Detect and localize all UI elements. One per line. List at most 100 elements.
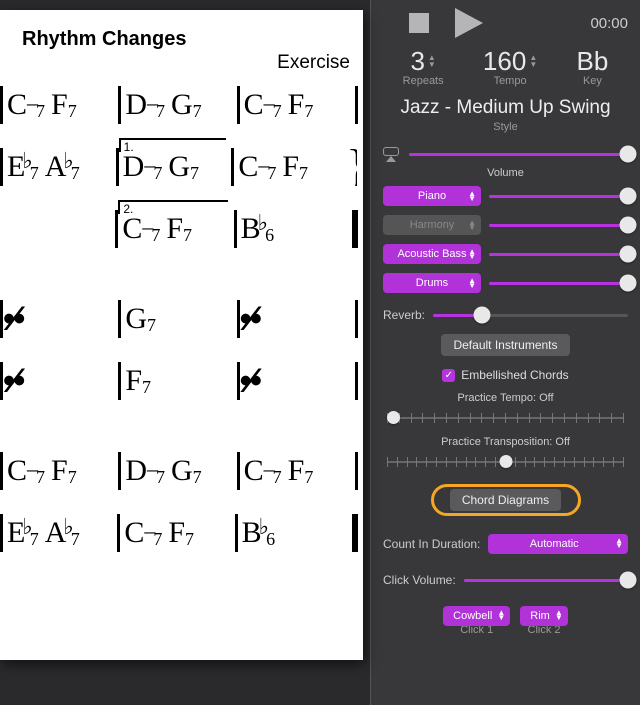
chord: C–7 xyxy=(244,454,282,488)
instrument-row: Drums▲▼ xyxy=(383,272,628,294)
chord: C–7 xyxy=(7,88,45,122)
chord: G7 xyxy=(171,454,202,488)
barline xyxy=(355,86,358,124)
stepper-icon: ▲▼ xyxy=(529,55,537,68)
master-volume-slider[interactable] xyxy=(409,144,628,164)
chart-sheet: Rhythm Changes Exercise C–7F7D–7G7C–7F7E… xyxy=(0,10,363,660)
instrument-volume-slider[interactable] xyxy=(489,244,628,264)
repeats-label: Repeats xyxy=(403,75,444,87)
embellished-label: Embellished Chords xyxy=(461,368,568,382)
bar-row: •⁄• G7 •⁄• xyxy=(0,288,358,350)
airplay-icon[interactable] xyxy=(383,147,399,161)
tempo-stepper[interactable]: 160 ▲▼ xyxy=(483,46,537,77)
measure: C–7F7 xyxy=(240,74,355,136)
practice-tempo-slider[interactable] xyxy=(387,410,624,426)
measure: E♭7A♭7 xyxy=(3,136,116,198)
instrument-row: Acoustic Bass▲▼ xyxy=(383,243,628,265)
chord: F7 xyxy=(166,212,192,246)
measure: C–7F7 xyxy=(3,440,118,502)
measure: C–7F7 xyxy=(3,74,118,136)
chord: F7 xyxy=(288,454,314,488)
barline xyxy=(355,362,358,400)
instrument-select[interactable]: Piano▲▼ xyxy=(383,186,481,206)
repeat-sign: •⁄• xyxy=(244,362,256,401)
embellished-checkbox[interactable]: ✓ xyxy=(442,369,455,382)
chevron-updown-icon: ▲▼ xyxy=(497,610,505,620)
chord: C–7 xyxy=(122,212,160,246)
stop-button[interactable] xyxy=(409,13,429,33)
bar-row: C–7F7D–7G7C–7F7 xyxy=(0,440,358,502)
instrument-row: Harmony▲▼ xyxy=(383,214,628,236)
chord: G7 xyxy=(171,88,202,122)
bar-row: E♭7A♭7C–7F7B♭6 xyxy=(0,502,358,564)
measure: •⁄• xyxy=(3,288,118,350)
repeat-sign: •⁄• xyxy=(7,362,19,401)
click2-select[interactable]: Rim ▲▼ xyxy=(520,606,568,626)
chord: F7 xyxy=(282,150,308,184)
chevron-updown-icon: ▲▼ xyxy=(615,538,623,548)
measure: B♭6 xyxy=(238,502,352,564)
song-title: Rhythm Changes xyxy=(22,28,186,51)
repeat-end: } xyxy=(346,148,357,186)
volume-label: Volume xyxy=(383,167,628,179)
instrument-volume-slider[interactable] xyxy=(489,186,628,206)
instrument-select[interactable]: Drums▲▼ xyxy=(383,273,481,293)
repeat-sign: •⁄• xyxy=(7,300,19,339)
chart-sheet-container: Rhythm Changes Exercise C–7F7D–7G7C–7F7E… xyxy=(0,0,370,705)
chord: B♭6 xyxy=(241,212,274,246)
chevron-updown-icon: ▲▼ xyxy=(555,610,563,620)
instrument-select[interactable]: Harmony▲▼ xyxy=(383,215,481,235)
stepper-icon: ▲▼ xyxy=(428,55,436,68)
barline xyxy=(355,300,358,338)
chord: C–7 xyxy=(244,88,282,122)
chord: E♭7 xyxy=(7,516,39,550)
bar-row: E♭7A♭71.D–7G7C–7F7} xyxy=(0,136,358,198)
chord: F7 xyxy=(125,364,151,398)
chord: G7 xyxy=(125,302,156,336)
chord-diagrams-highlight: Chord Diagrams xyxy=(431,484,581,516)
play-button[interactable] xyxy=(455,8,483,38)
chord-diagrams-button[interactable]: Chord Diagrams xyxy=(450,489,561,511)
reverb-slider[interactable] xyxy=(433,305,628,325)
practice-transposition-slider[interactable] xyxy=(387,454,624,470)
measure: C–7F7 xyxy=(234,136,347,198)
chord: B♭6 xyxy=(242,516,275,550)
style-name[interactable]: Jazz - Medium Up Swing xyxy=(383,97,628,119)
click1-select[interactable]: Cowbell ▲▼ xyxy=(443,606,510,626)
chevron-updown-icon: ▲▼ xyxy=(468,249,476,259)
instrument-volume-slider[interactable] xyxy=(489,215,628,235)
timecode: 00:00 xyxy=(590,15,628,32)
click-volume-label: Click Volume: xyxy=(383,573,456,587)
measure: B♭6 xyxy=(237,198,352,260)
chevron-updown-icon: ▲▼ xyxy=(468,191,476,201)
chord: D–7 xyxy=(125,454,165,488)
chord: G7 xyxy=(168,150,199,184)
double-barline xyxy=(352,514,358,552)
transport-bar: 00:00 xyxy=(383,8,628,38)
chord: F7 xyxy=(168,516,194,550)
measure: C–7F7 xyxy=(240,440,355,502)
bar-row: 2.C–7F7B♭6 xyxy=(0,198,358,260)
key-selector[interactable]: Bb xyxy=(577,46,609,77)
instrument-volume-slider[interactable] xyxy=(489,273,628,293)
measure-empty xyxy=(0,198,115,260)
instrument-select[interactable]: Acoustic Bass▲▼ xyxy=(383,244,481,264)
chord: D–7 xyxy=(125,88,165,122)
chord: C–7 xyxy=(7,454,45,488)
click-volume-slider[interactable] xyxy=(464,570,628,590)
count-in-select[interactable]: Automatic ▲▼ xyxy=(488,534,628,554)
measure: E♭7A♭7 xyxy=(3,502,117,564)
chord: F7 xyxy=(51,454,77,488)
measure: •⁄• xyxy=(240,288,355,350)
repeat-sign: •⁄• xyxy=(244,300,256,339)
bar-row: C–7F7D–7G7C–7F7 xyxy=(0,74,358,136)
measure: F7 xyxy=(121,350,236,412)
style-sublabel: Style xyxy=(383,121,628,133)
barline xyxy=(355,452,358,490)
repeats-stepper[interactable]: 3 ▲▼ xyxy=(410,46,435,77)
default-instruments-button[interactable]: Default Instruments xyxy=(441,334,569,356)
chord: A♭7 xyxy=(45,150,80,184)
bar-row: •⁄• F7 •⁄• xyxy=(0,350,358,412)
measure: 1.D–7G7 xyxy=(119,136,232,198)
chord: F7 xyxy=(51,88,77,122)
